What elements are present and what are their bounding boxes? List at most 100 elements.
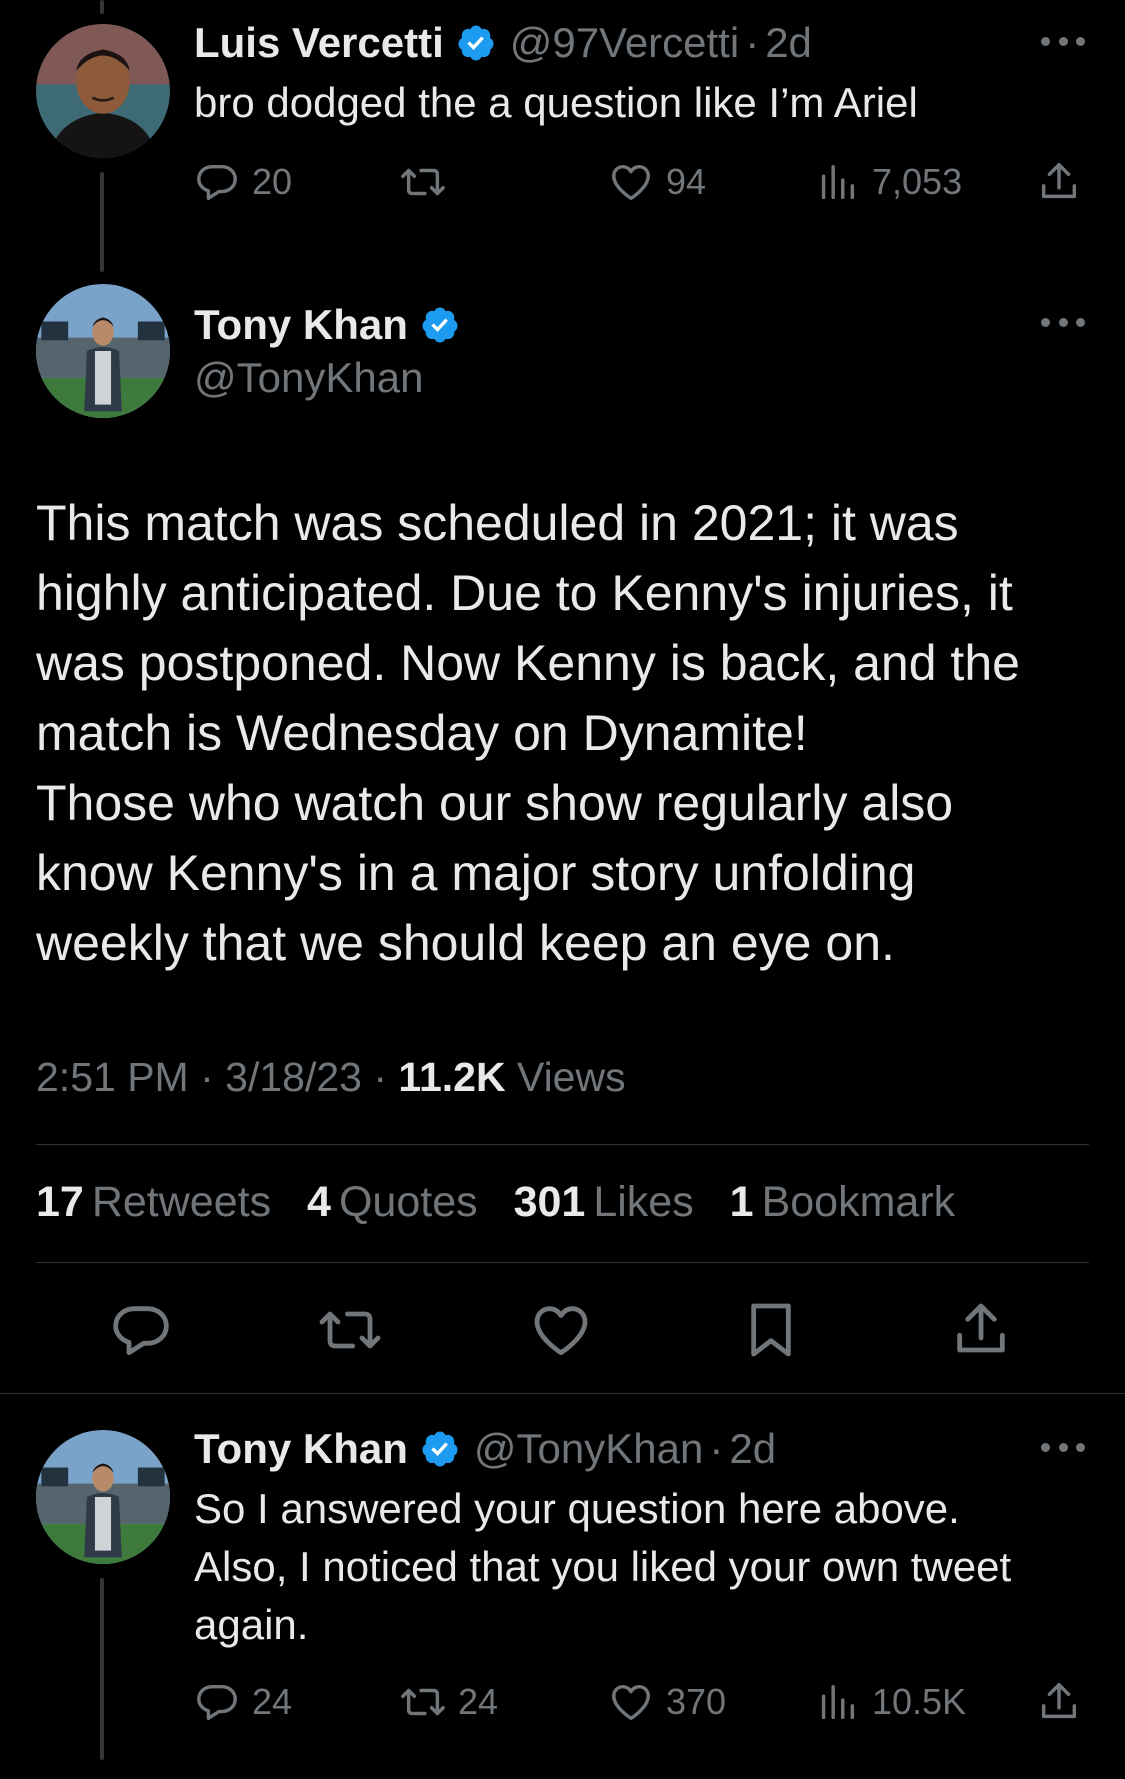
verified-badge-icon	[456, 23, 496, 63]
display-name[interactable]: Tony Khan	[194, 1425, 408, 1473]
reply-button[interactable]	[109, 1298, 173, 1362]
text-line: So I answered your question here above.	[194, 1485, 960, 1532]
like-count: 370	[666, 1681, 727, 1722]
bookmarks-count: 1	[729, 1178, 754, 1226]
text-line: weekly that we should keep an eye on.	[36, 915, 895, 971]
text-line: was postponed. Now Kenny is back, and th…	[36, 635, 1020, 691]
retweet-button[interactable]	[400, 154, 458, 210]
reply-icon	[194, 1679, 240, 1725]
main-tweet-actions	[0, 1298, 1125, 1362]
display-name[interactable]: Tony Khan	[194, 301, 408, 349]
reply2-header: Tony Khan @TonyKhan · 2d	[194, 1420, 776, 1478]
tweet-time[interactable]: 2:51 PM	[36, 1054, 189, 1100]
text-line: again.	[194, 1601, 309, 1648]
like-count: 94	[666, 161, 707, 202]
engagement-stats: 17 Retweets 4 Quotes 301 Likes 1 Bookmark	[36, 1178, 979, 1227]
display-name[interactable]: Luis Vercetti	[194, 19, 444, 67]
reply1-text: bro dodged the a question like I’m Ariel	[194, 79, 918, 126]
timestamp[interactable]: 2d	[729, 1425, 776, 1473]
views-count: 11.2K	[398, 1054, 506, 1100]
separator-dot: ·	[373, 1054, 399, 1100]
retweets-label: Retweets	[91, 1178, 272, 1226]
share-button[interactable]	[1036, 1674, 1082, 1730]
text-line: know Kenny's in a major story unfolding	[36, 845, 916, 901]
separator-dot: ·	[709, 1425, 724, 1472]
avatar-tony-khan[interactable]	[36, 284, 170, 418]
text-line: Those who watch our show regularly also	[36, 775, 954, 831]
retweet-count: 24	[458, 1681, 499, 1722]
views-button[interactable]: 10.5K	[814, 1674, 966, 1730]
verified-badge-icon	[420, 1429, 460, 1469]
bookmarks-stat[interactable]: 1 Bookmark	[730, 1178, 956, 1226]
text-line: match is Wednesday on Dynamite!	[36, 705, 808, 761]
divider	[0, 1393, 1125, 1394]
main-tweet-text: This match was scheduled in 2021; it was…	[36, 488, 1096, 978]
reply-icon	[109, 1298, 173, 1362]
likes-count: 301	[513, 1178, 586, 1226]
heart-icon	[608, 159, 654, 205]
quotes-count: 4	[307, 1178, 331, 1226]
text-line: highly anticipated. Due to Kenny's injur…	[36, 565, 1013, 621]
heart-icon	[529, 1298, 593, 1362]
more-dots-icon[interactable]	[1041, 1443, 1085, 1455]
thread-line	[100, 172, 104, 272]
verified-badge-icon	[420, 305, 460, 345]
thread-line	[100, 1578, 104, 1760]
likes-stat[interactable]: 301 Likes	[514, 1178, 694, 1226]
views-bar-chart-icon	[814, 1679, 860, 1725]
main-header-name: Tony Khan	[194, 296, 460, 354]
separator-dot: ·	[200, 1054, 226, 1100]
like-button[interactable]	[529, 1298, 593, 1362]
text-line: This match was scheduled in 2021; it was	[36, 495, 959, 551]
reply1-header: Luis Vercetti @97Vercetti · 2d	[194, 14, 812, 72]
bookmark-button[interactable]	[739, 1298, 803, 1362]
bookmark-icon	[739, 1298, 803, 1362]
views-count: 7,053	[872, 161, 963, 202]
share-icon	[1036, 159, 1082, 205]
thread-line-top	[100, 0, 104, 14]
share-icon	[1036, 1679, 1082, 1725]
more-dots-icon[interactable]	[1041, 37, 1085, 49]
handle[interactable]: @97Vercetti	[510, 19, 739, 67]
views-bar-chart-icon	[814, 159, 860, 205]
reply-count: 24	[252, 1681, 293, 1722]
avatar-luis-vercetti[interactable]	[36, 24, 170, 158]
retweet-button[interactable]: 24	[400, 1674, 498, 1730]
divider	[36, 1262, 1089, 1263]
retweets-count: 17	[36, 1178, 84, 1226]
handle[interactable]: @TonyKhan	[194, 354, 423, 402]
retweets-stat[interactable]: 17 Retweets	[36, 1178, 271, 1226]
retweet-icon	[318, 1298, 382, 1362]
bookmarks-label: Bookmark	[761, 1178, 956, 1226]
main-header-handle: @TonyKhan	[194, 350, 423, 406]
retweet-button[interactable]	[318, 1298, 382, 1362]
like-button[interactable]: 370	[608, 1674, 726, 1730]
tweet-meta: 2:51 PM · 3/18/23 · 11.2K Views	[36, 1054, 626, 1101]
quotes-label: Quotes	[338, 1178, 478, 1226]
reply-count: 20	[252, 161, 293, 202]
tweet-thread: Luis Vercetti @97Vercetti · 2d bro dodge…	[0, 0, 1125, 1779]
views-count: 10.5K	[872, 1681, 967, 1722]
reply2-actions: 24 24 370 10.5K	[194, 1674, 1086, 1730]
handle[interactable]: @TonyKhan	[474, 1425, 703, 1473]
tweet-date[interactable]: 3/18/23	[225, 1054, 362, 1100]
separator-dot: ·	[745, 19, 760, 66]
timestamp[interactable]: 2d	[765, 19, 812, 67]
heart-icon	[608, 1679, 654, 1725]
like-button[interactable]: 94	[608, 154, 706, 210]
divider	[36, 1144, 1089, 1145]
share-button[interactable]	[949, 1298, 1013, 1362]
avatar-tony-khan[interactable]	[36, 1430, 170, 1564]
views-label: Views	[516, 1054, 626, 1100]
reply-button[interactable]: 24	[194, 1674, 292, 1730]
retweet-icon	[400, 159, 446, 205]
likes-label: Likes	[593, 1178, 694, 1226]
views-button[interactable]: 7,053	[814, 154, 962, 210]
reply-button[interactable]: 20	[194, 154, 292, 210]
more-dots-icon[interactable]	[1041, 318, 1085, 330]
share-button[interactable]	[1036, 154, 1082, 210]
reply-icon	[194, 159, 240, 205]
retweet-icon	[400, 1679, 446, 1725]
quotes-stat[interactable]: 4 Quotes	[307, 1178, 478, 1226]
text-line: Also, I noticed that you liked your own …	[194, 1543, 1012, 1590]
